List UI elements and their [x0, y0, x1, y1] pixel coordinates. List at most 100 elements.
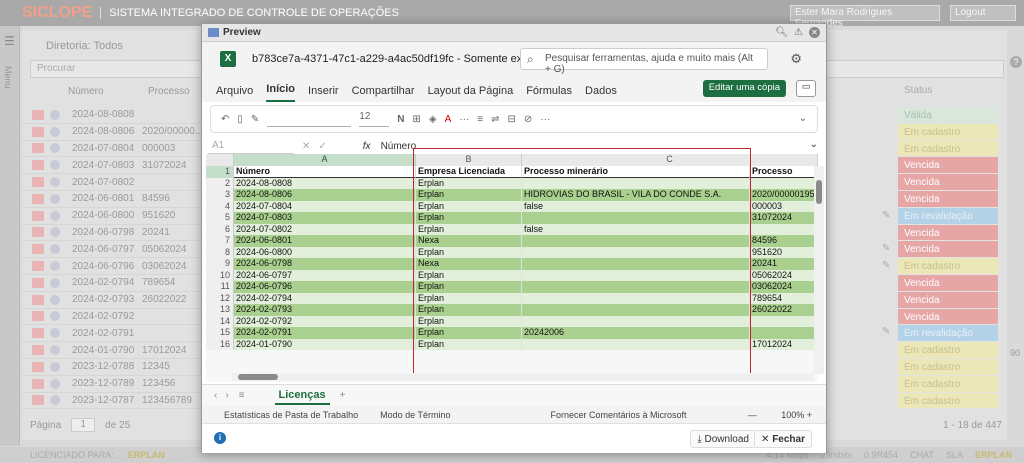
pdf-icon[interactable]	[32, 395, 44, 406]
sheet-row[interactable]: 3 2024-08-0806 Erplan HIDROVIAS DO BRASIL -…	[206, 189, 818, 201]
table-row[interactable]: 2024-08-0808	[22, 107, 202, 124]
row-number[interactable]: 12	[206, 292, 234, 304]
info-icon[interactable]	[50, 244, 60, 255]
cell[interactable]	[522, 212, 750, 224]
workbook-stats[interactable]: Estatísticas de Pasta de Trabalho	[224, 410, 358, 420]
edit-copy-button[interactable]: Editar uma cópia	[702, 80, 786, 97]
select-all-corner[interactable]	[206, 154, 234, 166]
column-status[interactable]: Status	[898, 85, 932, 96]
cell-reference-input[interactable]: A1	[208, 138, 294, 154]
sheet-row[interactable]: 4 2024-07-0804 Erplan false 000003	[206, 200, 818, 212]
feedback-link[interactable]: Fornecer Comentários à Microsoft	[550, 410, 686, 420]
tool-search-input[interactable]: ⌕ Pesquisar ferramentas, ajuda e muito m…	[520, 48, 768, 75]
cell[interactable]: false	[522, 223, 750, 235]
cell[interactable]: 2024-07-0802	[234, 223, 416, 235]
table-row[interactable]: 2024-07-0803 31072024	[22, 157, 202, 175]
table-row[interactable]: 2023-12-0788 12345	[22, 359, 202, 376]
next-sheet-icon[interactable]: ›	[225, 390, 228, 401]
cell[interactable]: false	[522, 200, 750, 212]
cell[interactable]	[522, 304, 750, 316]
wrap-icon[interactable]: ⇌	[491, 114, 499, 125]
table-row[interactable]: 2024-06-0796 03062024	[22, 258, 202, 275]
info-icon[interactable]	[50, 395, 60, 406]
cell[interactable]	[522, 315, 750, 327]
align-icon[interactable]: ≡	[477, 114, 483, 125]
pdf-icon[interactable]	[32, 328, 44, 339]
row-number[interactable]: 14	[206, 315, 234, 327]
info-icon[interactable]	[50, 277, 60, 288]
font-color-icon[interactable]: A	[445, 114, 452, 125]
attachment-icon[interactable]: ✎	[882, 210, 890, 221]
page-input[interactable]: 1	[71, 418, 96, 432]
pdf-icon[interactable]	[32, 345, 44, 356]
table-row[interactable]: 2024-06-0801 84596	[22, 191, 202, 208]
pdf-icon[interactable]	[32, 227, 44, 238]
logout-button[interactable]: Logout	[950, 5, 1016, 21]
merge-icon[interactable]: ⊟	[508, 114, 516, 125]
info-icon[interactable]	[50, 126, 60, 137]
cell[interactable]: 2024-06-0800	[234, 246, 416, 258]
cell[interactable]: 2024-06-0798	[234, 258, 416, 270]
cell[interactable]: 2024-02-0792	[234, 315, 416, 327]
cell[interactable]: Erplan	[416, 304, 522, 316]
cell[interactable]: 20241	[750, 258, 818, 270]
cell[interactable]: Erplan	[416, 292, 522, 304]
info-icon[interactable]	[50, 227, 60, 238]
confirm-icon[interactable]: ✓	[318, 141, 326, 152]
pdf-icon[interactable]	[32, 126, 44, 137]
close-icon[interactable]: ✕	[809, 27, 820, 38]
info-icon[interactable]	[50, 261, 60, 272]
cell[interactable]: Erplan	[416, 177, 522, 189]
cell[interactable]: 26022022	[750, 304, 818, 316]
info-icon[interactable]	[50, 294, 60, 305]
row-number[interactable]: 15	[206, 327, 234, 339]
row-number[interactable]: 9	[206, 258, 234, 270]
info-icon[interactable]	[50, 361, 60, 372]
table-row[interactable]: 2024-02-0792	[22, 309, 202, 326]
row-number[interactable]: 7	[206, 235, 234, 247]
bold-icon[interactable]: N	[397, 114, 404, 125]
table-row[interactable]: 2024-02-0793 26022022	[22, 292, 202, 309]
row-number[interactable]: 1	[206, 166, 234, 178]
cell[interactable]: 17012024	[750, 338, 818, 350]
pdf-icon[interactable]	[32, 277, 44, 288]
more-icon[interactable]: ···	[540, 114, 550, 125]
fill-color-icon[interactable]: ◈	[429, 114, 437, 125]
menu-icon[interactable]: ☰	[4, 34, 15, 48]
sla-button[interactable]: SLA	[946, 450, 963, 460]
table-row[interactable]: 2024-02-0791	[22, 325, 202, 343]
formula-input[interactable]: Número	[381, 141, 417, 152]
cell[interactable]	[750, 315, 818, 327]
sheet-row[interactable]: 1 Número Empresa Licenciada Processo minerá…	[206, 166, 818, 178]
cell[interactable]: 2020/000001959	[750, 189, 818, 201]
pdf-icon[interactable]	[32, 261, 44, 272]
table-row[interactable]: 2024-06-0797 05062024	[22, 241, 202, 259]
help-icon[interactable]: ?	[1010, 56, 1022, 68]
attachment-icon[interactable]: ✎	[882, 326, 890, 337]
cell[interactable]: 2024-02-0794	[234, 292, 416, 304]
cell[interactable]: Erplan	[416, 246, 522, 258]
sheet-row[interactable]: 12 2024-02-0794 Erplan 789654	[206, 292, 818, 304]
cell[interactable]: 31072024	[750, 212, 818, 224]
table-row[interactable]: 2024-08-0806 2020/00000...	[22, 124, 203, 141]
info-icon[interactable]	[50, 328, 60, 339]
pdf-icon[interactable]	[32, 143, 44, 154]
cell[interactable]: 2024-06-0797	[234, 269, 416, 281]
cell[interactable]: Erplan	[416, 189, 522, 201]
cell[interactable]: 789654	[750, 292, 818, 304]
info-icon[interactable]	[50, 160, 60, 171]
cell[interactable]: 84596	[750, 235, 818, 247]
table-row[interactable]: 2024-02-0794 789654	[22, 275, 202, 292]
cell[interactable]: Processo minerário	[522, 166, 750, 178]
cell[interactable]	[522, 235, 750, 247]
sheet-row[interactable]: 6 2024-07-0802 Erplan false	[206, 223, 818, 235]
cell[interactable]: Erplan	[416, 269, 522, 281]
sheet-row[interactable]: 14 2024-02-0792 Erplan	[206, 315, 818, 327]
info-icon[interactable]	[50, 177, 60, 188]
pdf-icon[interactable]	[32, 160, 44, 171]
pdf-icon[interactable]	[32, 210, 44, 221]
pdf-icon[interactable]	[32, 378, 44, 389]
row-number[interactable]: 11	[206, 281, 234, 293]
table-row[interactable]: 2024-06-0800 951620	[22, 208, 202, 225]
cell[interactable]	[750, 327, 818, 339]
